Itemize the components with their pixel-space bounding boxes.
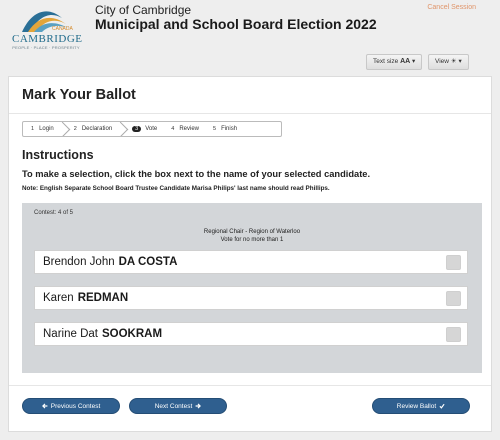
arrow-left-icon (41, 403, 48, 409)
step-label: Finish (221, 126, 238, 132)
step-label: Vote (145, 126, 158, 132)
candidate-row[interactable]: Brendon John DA COSTA (34, 250, 468, 274)
step-number: 3 (132, 126, 142, 132)
divider (9, 113, 491, 114)
view-button[interactable]: View ☀ ▾ (428, 54, 469, 70)
logo-tagline: PEOPLE · PLACE · PROSPERITY (12, 45, 80, 50)
logo-wordmark: CAMBRIDGE (12, 33, 83, 45)
candidate-row[interactable]: Karen REDMAN (34, 286, 468, 310)
checkmark-icon (439, 403, 445, 409)
step-vote: 3 Vote (124, 122, 163, 136)
contest-name: Regional Chair - Region of Waterloo (203, 229, 301, 235)
previous-contest-label: Previous Contest (50, 402, 101, 410)
candidate-first-name: Karen (43, 292, 74, 304)
instructions-heading: Instructions (22, 148, 94, 162)
cancel-session-link[interactable]: Cancel Session (427, 4, 476, 11)
step-declaration: 2 Declaration (66, 122, 118, 136)
step-number: 5 (213, 126, 217, 132)
instructions-text: To make a selection, click the box next … (22, 169, 371, 179)
step-label: Review (179, 126, 199, 132)
step-finish: 5 Finish (205, 122, 243, 136)
step-review: 4 Review (163, 122, 205, 136)
chevron-down-icon: ▾ (458, 58, 462, 65)
sun-icon: ☀ (450, 58, 457, 65)
candidate-last-name: DA COSTA (118, 256, 178, 268)
candidate-first-name: Narine Dat (43, 328, 98, 340)
candidate-first-name: Brendon John (43, 256, 115, 268)
step-number: 4 (171, 126, 175, 132)
step-number: 1 (31, 126, 35, 132)
review-ballot-label: Review Ballot (396, 402, 437, 410)
candidate-checkbox[interactable] (446, 327, 461, 342)
next-contest-label: Next Contest (154, 402, 193, 410)
election-title: Municipal and School Board Election 2022 (95, 16, 377, 32)
step-label: Login (39, 126, 54, 132)
step-number: 2 (73, 126, 77, 132)
contest-panel: Contest: 4 of 5 Regional Chair - Region … (22, 203, 482, 373)
site-header: CANADA CAMBRIDGE PEOPLE · PLACE · PROSPE… (0, 0, 500, 72)
page-title: Mark Your Ballot (22, 87, 136, 103)
city-name: City of Cambridge (95, 3, 192, 17)
view-label: View (435, 58, 449, 65)
candidate-last-name: SOOKRAM (101, 328, 163, 340)
candidate-row[interactable]: Narine Dat SOOKRAM (34, 322, 468, 346)
ballot-card: Mark Your Ballot 1 Login 2 Declaration 3… (8, 76, 492, 432)
step-label: Declaration (81, 126, 113, 132)
contest-counter: Contest: 4 of 5 (34, 210, 74, 216)
text-size-label: Text size (373, 58, 399, 65)
arrow-right-icon (195, 403, 202, 409)
candidate-checkbox[interactable] (446, 255, 461, 270)
divider (9, 385, 491, 386)
next-contest-button[interactable]: Next Contest (129, 398, 227, 414)
instructions-note: Note: English Separate School Board Trus… (22, 185, 330, 192)
contest-rule: Vote for no more than 1 (220, 237, 284, 243)
candidate-last-name: REDMAN (77, 292, 129, 304)
review-ballot-button[interactable]: Review Ballot (372, 398, 470, 414)
logo-country: CANADA (52, 26, 73, 32)
chevron-down-icon: ▾ (412, 58, 416, 65)
text-size-icon: AA (400, 58, 411, 65)
progress-steps: 1 Login 2 Declaration 3 Vote 4 Review 5 … (22, 121, 282, 137)
previous-contest-button[interactable]: Previous Contest (22, 398, 120, 414)
text-size-button[interactable]: Text size AA ▾ (366, 54, 423, 70)
candidate-checkbox[interactable] (446, 291, 461, 306)
